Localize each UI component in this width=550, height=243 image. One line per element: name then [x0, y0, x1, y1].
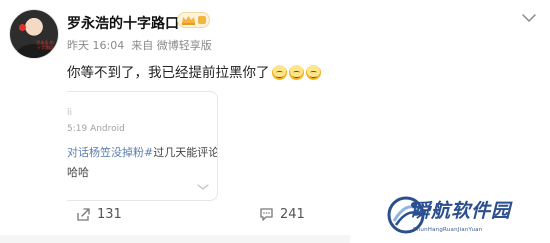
watermark-title: 瞬航软件园: [411, 200, 512, 222]
author-name[interactable]: 罗永浩的十字路口: [67, 13, 179, 33]
embedded-meta: 5:19 Android: [67, 124, 125, 134]
comment-button[interactable]: 241: [259, 207, 305, 222]
more-chevron-icon[interactable]: [197, 184, 209, 190]
crown-badge-icon: [177, 12, 210, 28]
post-text-body: 你等不到了，我已经提前拉黑你了: [67, 65, 270, 81]
share-button[interactable]: 131: [76, 207, 122, 222]
embedded-text-line1: 对话杨笠没掉粉#过几天能评论: [67, 144, 218, 160]
embedded-post-card[interactable]: li 5:19 Android 对话杨笠没掉粉#过几天能评论 哈哈: [67, 91, 218, 201]
embedded-topic-tag[interactable]: 对话杨笠没掉粉#: [67, 146, 153, 159]
avatar-caption: 罗永浩 的十字路口: [36, 40, 54, 50]
smile-emoji-icon: [271, 65, 287, 80]
embedded-text-line2: 哈哈: [67, 166, 89, 179]
smile-emoji-icon: [305, 65, 321, 80]
post-source[interactable]: 来自 微博轻享版: [131, 39, 212, 52]
embedded-text-rest: 过几天能评论: [153, 146, 218, 159]
smile-emoji-icon: [288, 65, 304, 80]
post-meta: 昨天 16:04 来自 微博轻享版: [67, 37, 212, 53]
comment-icon: [260, 208, 273, 221]
comment-count: 241: [280, 207, 305, 222]
weibo-post: 罗永浩 的十字路口 罗永浩的十字路口 昨天 16:04 来自 微博轻享版 你等不…: [0, 0, 550, 243]
post-time[interactable]: 昨天 16:04: [67, 39, 124, 52]
embedded-mark: li: [67, 108, 73, 118]
post-text: 你等不到了，我已经提前拉黑你了: [67, 61, 321, 81]
avatar[interactable]: 罗永浩 的十字路口: [9, 9, 59, 59]
share-count: 131: [97, 207, 122, 222]
share-icon: [77, 208, 90, 221]
brand-dot-icon: [19, 24, 26, 31]
watermark-subtitle: ShunHangRuanJianYuan: [413, 227, 483, 233]
more-chevron-icon[interactable]: [521, 13, 537, 23]
bottom-divider: [0, 235, 350, 243]
